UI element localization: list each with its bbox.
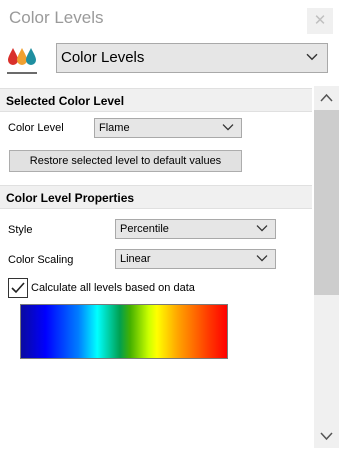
color-scaling-select[interactable]: Linear — [115, 249, 276, 269]
color-level-value: Flame — [99, 122, 130, 134]
chevron-down-icon — [256, 225, 268, 232]
panel-mode-select[interactable]: Color Levels — [56, 43, 328, 73]
section-color-level-properties: Color Level Properties — [0, 185, 312, 209]
color-scaling-value: Linear — [120, 253, 151, 265]
color-scaling-label: Color Scaling — [8, 254, 74, 266]
window-title: Color Levels — [9, 8, 104, 27]
close-icon: ✕ — [313, 12, 327, 29]
icon-underline — [7, 72, 37, 74]
chevron-down-icon — [306, 53, 318, 61]
scroll-down-button[interactable] — [314, 424, 339, 448]
scroll-up-button[interactable] — [314, 86, 339, 110]
title-bar: Color Levels ✕ — [0, 0, 339, 40]
vertical-scrollbar[interactable] — [314, 86, 339, 448]
panel-mode-value: Color Levels — [61, 49, 145, 66]
color-drops-icon — [4, 42, 38, 76]
calculate-levels-checkbox[interactable] — [8, 278, 28, 298]
section-selected-color-level: Selected Color Level — [0, 88, 312, 112]
chevron-down-icon — [256, 255, 268, 262]
restore-defaults-button[interactable]: Restore selected level to default values — [9, 150, 242, 172]
style-select[interactable]: Percentile — [115, 219, 276, 239]
drop-orange — [17, 48, 27, 65]
close-button[interactable]: ✕ — [307, 8, 333, 34]
color-level-select[interactable]: Flame — [94, 118, 242, 138]
checkmark-icon — [11, 282, 25, 294]
chevron-up-icon — [320, 93, 333, 102]
style-label: Style — [8, 224, 33, 236]
drop-teal — [26, 48, 36, 65]
scrollbar-thumb[interactable] — [314, 110, 339, 295]
drop-red — [8, 48, 18, 65]
calculate-levels-label: Calculate all levels based on data — [31, 282, 195, 294]
color-levels-panel: Color Levels ✕ Color Levels Selected Col… — [0, 0, 339, 448]
color-level-label: Color Level — [8, 122, 64, 134]
chevron-down-icon — [320, 432, 333, 441]
style-value: Percentile — [120, 223, 169, 235]
properties-content: Selected Color Level Color Level Flame R… — [0, 86, 312, 448]
color-gradient-preview — [20, 304, 228, 359]
chevron-down-icon — [222, 124, 234, 131]
